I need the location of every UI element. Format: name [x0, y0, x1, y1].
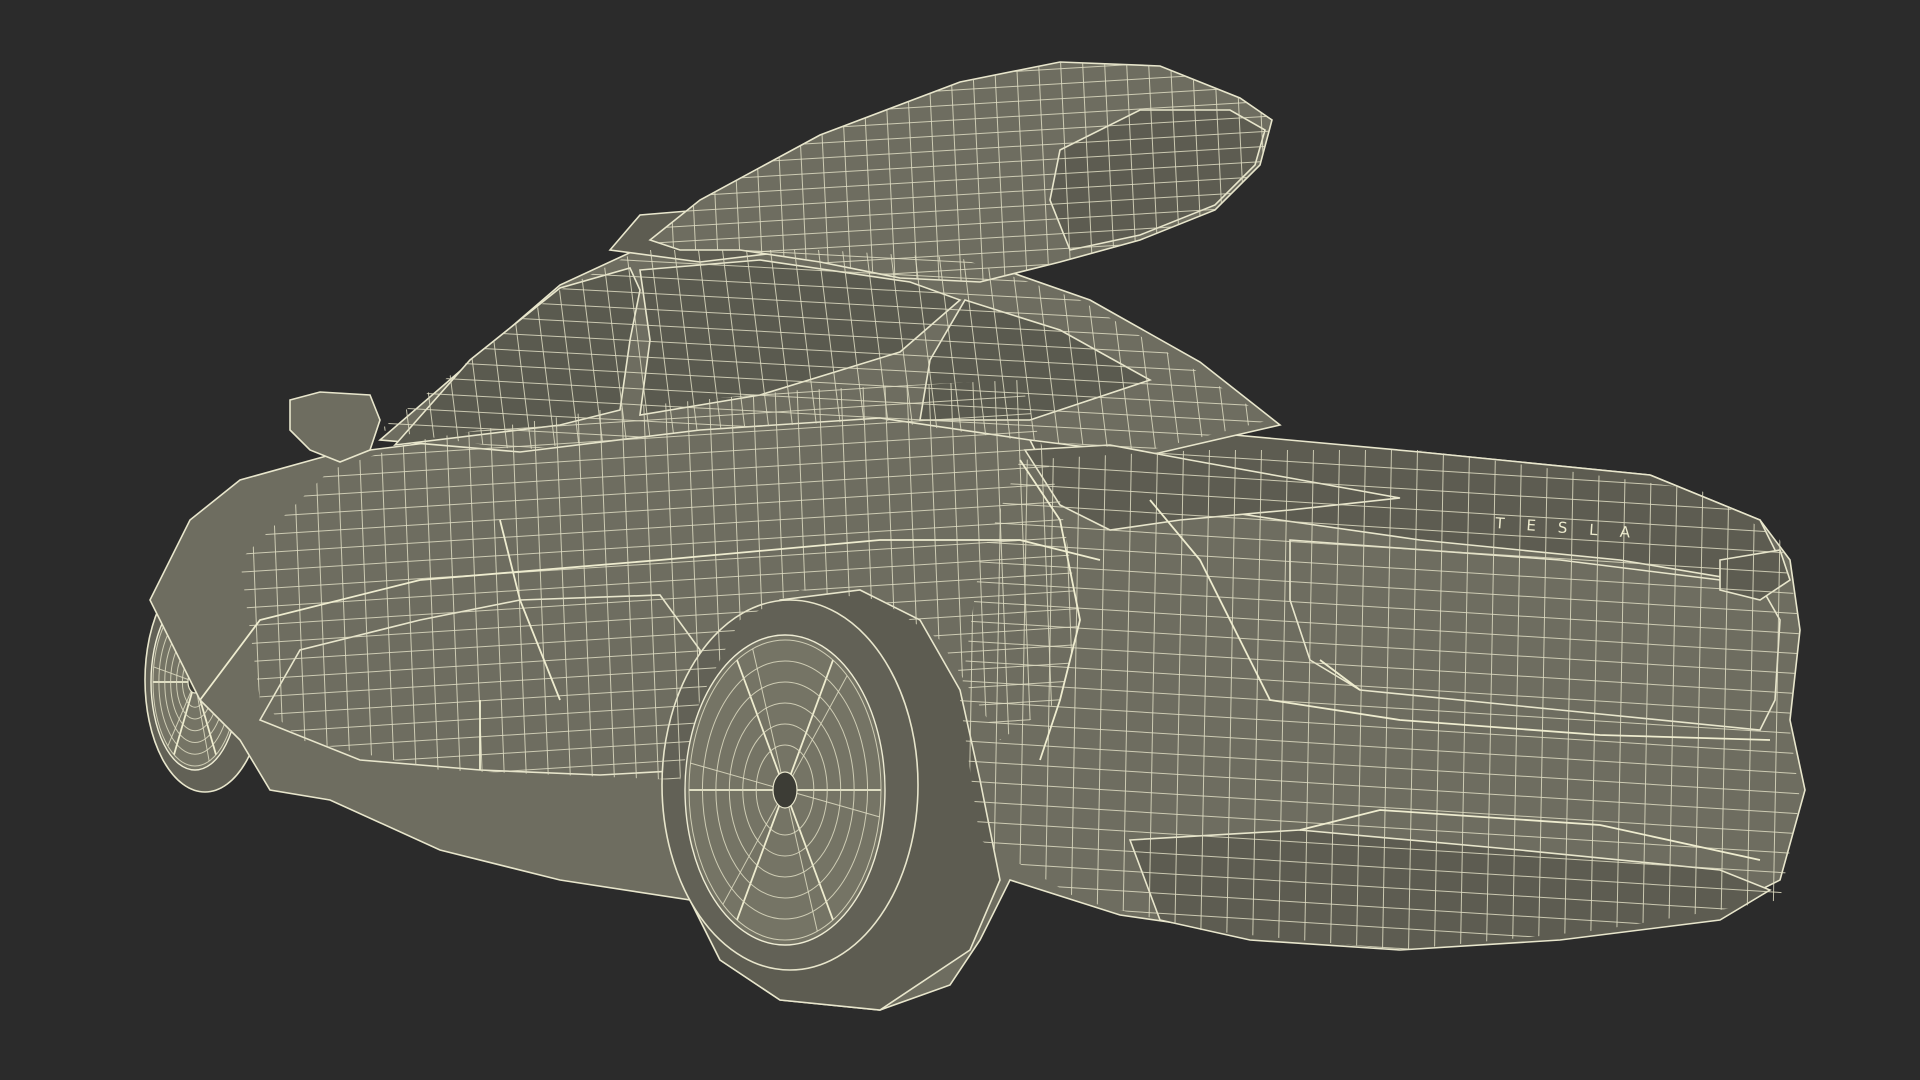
mesh-edge	[950, 960, 1820, 1015]
mesh-edge	[1797, 450, 1800, 950]
roof-cargo-box	[608, 61, 1273, 283]
mesh-edge	[950, 980, 1820, 1035]
render-viewport: TESLA	[0, 0, 1920, 1080]
rear-left-wheel	[661, 599, 919, 971]
car-body	[149, 245, 1806, 1011]
mesh-edge	[1272, 230, 1302, 470]
mesh-edge	[650, 62, 1272, 66]
mesh-edge	[1296, 230, 1326, 470]
mesh-edge	[1280, 50, 1292, 300]
mesh-edge	[1257, 62, 1271, 282]
wireframe-car-render: TESLA	[144, 10, 1820, 1035]
mesh-edge	[650, 62, 1272, 81]
mesh-edge	[620, 10, 1290, 50]
side-mirror	[289, 391, 381, 463]
mesh-edge	[1247, 250, 1270, 450]
